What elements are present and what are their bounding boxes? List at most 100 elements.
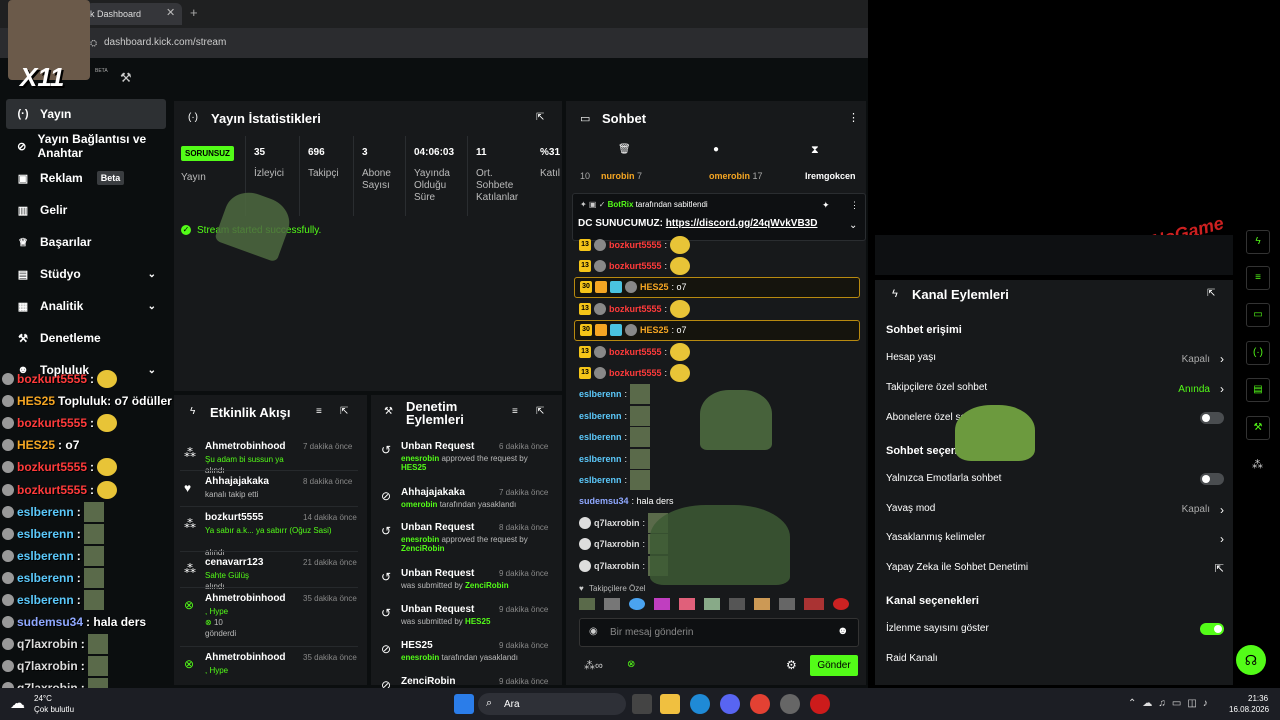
channel-setting-row[interactable]: Raid Kanalı <box>886 653 1224 664</box>
setting-control[interactable]: Kapalı › <box>1182 503 1224 517</box>
chat-username[interactable]: HES25 <box>640 282 669 292</box>
channel-setting-row[interactable]: Yasaklanmış kelimeler › <box>886 532 1224 546</box>
expand-icon[interactable]: ⇱ <box>536 112 544 123</box>
pinned-link[interactable]: https://discord.gg/24qWvkVB3D <box>666 218 818 229</box>
chevron-right-icon[interactable]: › <box>1220 382 1224 396</box>
chevron-down-icon[interactable]: ⌄ <box>148 269 156 280</box>
url-text[interactable]: dashboard.kick.com/stream <box>104 37 226 48</box>
opera-icon[interactable] <box>810 694 830 714</box>
lightning-icon[interactable]: ϟ <box>1246 230 1270 254</box>
chat-mode-icon[interactable]: ◉ <box>589 626 598 637</box>
emote[interactable] <box>754 598 770 610</box>
emote[interactable] <box>804 598 824 610</box>
emote[interactable] <box>729 598 745 610</box>
weather-icon[interactable]: ☁ <box>10 694 25 712</box>
chat-username[interactable]: eslberenn <box>579 389 622 399</box>
expand-icon[interactable]: ⇱ <box>536 406 544 417</box>
more-options-icon[interactable]: ⋮ <box>848 111 859 124</box>
tray-icons[interactable]: ⌃☁♫▭◫♪ <box>1128 698 1214 709</box>
emote[interactable] <box>704 598 720 610</box>
chevron-right-icon[interactable]: › <box>1220 532 1224 546</box>
channel-setting-row[interactable]: Yavaş mod Kapalı › <box>886 503 1224 517</box>
send-button[interactable]: Gönder <box>810 655 858 676</box>
sidebar-item[interactable]: ▤ Stüdyo ⌄ <box>6 259 166 289</box>
chat-icon[interactable]: ▭ <box>1246 303 1270 327</box>
setting-control[interactable]: › <box>1220 532 1224 546</box>
chat-username[interactable]: eslberenn <box>579 432 622 442</box>
chat-username[interactable]: bozkurt5555 <box>609 304 662 314</box>
setting-control[interactable] <box>1200 412 1224 424</box>
chat-bubble-icon[interactable]: ● <box>713 144 719 155</box>
sidebar-item[interactable]: ▦ Analitik ⌄ <box>6 291 166 321</box>
emote[interactable] <box>679 598 695 610</box>
sidebar-item[interactable]: ⚒ Denetleme <box>6 323 166 353</box>
setting-control[interactable] <box>1200 623 1224 635</box>
broadcast-icon[interactable]: (·) <box>1246 341 1270 365</box>
expand-icon[interactable]: ⇱ <box>1207 288 1215 299</box>
wrench-icon[interactable]: ⚒ <box>120 70 132 86</box>
kick-icon[interactable]: ⊗ <box>627 659 635 670</box>
sidebar-item[interactable]: ♕ Başarılar <box>6 227 166 257</box>
chat-username[interactable]: bozkurt5555 <box>609 368 662 378</box>
chat-username[interactable]: q7laxrobin <box>594 518 640 528</box>
sidebar-item[interactable]: ▥ Gelir <box>6 195 166 225</box>
emote[interactable] <box>654 598 670 610</box>
layout-icon[interactable]: ▤ <box>1246 378 1270 402</box>
channel-setting-row[interactable]: Yalnızca Emotlarla sohbet <box>886 473 1224 485</box>
emote-bar[interactable] <box>579 598 859 612</box>
pin-icon[interactable]: ✦ <box>822 200 830 211</box>
chat-username[interactable]: eslberenn <box>579 411 622 421</box>
expand-icon[interactable]: ⇱ <box>340 406 348 417</box>
taskbar-search[interactable] <box>478 693 626 715</box>
app-icon[interactable] <box>780 694 800 714</box>
chat-username[interactable]: eslberenn <box>579 454 622 464</box>
chevron-down-icon[interactable]: ⌄ <box>148 365 156 376</box>
channel-setting-row[interactable]: Yapay Zeka ile Sohbet Denetimi ⇱ <box>886 562 1224 575</box>
setting-control[interactable]: ⇱ <box>1215 562 1224 575</box>
chevron-right-icon[interactable]: › <box>1220 503 1224 517</box>
emote[interactable] <box>779 598 795 610</box>
task-view-icon[interactable] <box>632 694 652 714</box>
edge-icon[interactable] <box>690 694 710 714</box>
chat-username[interactable]: bozkurt5555 <box>609 347 662 357</box>
chat-username[interactable]: bozkurt5555 <box>609 240 662 250</box>
points-icon[interactable]: ⁂ <box>1252 458 1263 471</box>
external-link-icon[interactable]: ⇱ <box>1215 562 1224 575</box>
sidebar-item[interactable]: (·) Yayın <box>6 99 166 129</box>
sidebar-item[interactable]: ▣ Reklam Beta <box>6 163 166 193</box>
points-icon[interactable]: ⁂∞ <box>584 659 603 672</box>
emote[interactable] <box>833 598 849 610</box>
channel-setting-row[interactable]: Abonelere özel sohbet <box>886 412 1224 424</box>
chat-username[interactable]: sudemsu34 <box>579 496 629 506</box>
toggle-switch[interactable] <box>1200 412 1224 424</box>
chat-username[interactable]: HES25 <box>640 325 669 335</box>
chat-username[interactable]: eslberenn <box>579 475 622 485</box>
setting-control[interactable] <box>1200 473 1224 485</box>
chevron-right-icon[interactable]: › <box>1220 352 1224 366</box>
list-icon[interactable]: ≡ <box>1246 266 1270 290</box>
site-info-icon[interactable]: ⛭ <box>90 38 97 49</box>
setting-control[interactable]: Kapalı › <box>1182 352 1224 366</box>
emote[interactable] <box>579 598 595 610</box>
wrench-icon[interactable]: ⚒ <box>1246 416 1270 440</box>
emote[interactable] <box>629 598 645 610</box>
discord-icon[interactable] <box>720 694 740 714</box>
file-explorer-icon[interactable] <box>660 694 680 714</box>
more-options-icon[interactable]: ⋮ <box>850 200 859 211</box>
clock-time[interactable]: 21:36 <box>1248 694 1268 703</box>
toggle-switch[interactable] <box>1200 623 1224 635</box>
new-tab-button[interactable]: + <box>190 5 198 20</box>
setting-control[interactable]: Anında › <box>1178 382 1224 396</box>
sidebar-item[interactable]: ⊘ Yayın Bağlantısı ve Anahtar <box>6 131 166 161</box>
gear-icon[interactable]: ⚙ <box>786 658 797 672</box>
chrome-icon[interactable] <box>750 694 770 714</box>
emote[interactable] <box>604 598 620 610</box>
chevron-down-icon[interactable]: ⌄ <box>849 220 857 231</box>
channel-setting-row[interactable]: Takipçilere özel sohbet Anında › <box>886 382 1224 396</box>
chat-username[interactable]: q7laxrobin <box>594 539 640 549</box>
help-button[interactable]: ☊ <box>1236 645 1266 675</box>
clock-date[interactable]: 16.08.2026 <box>1229 705 1269 714</box>
filter-icon[interactable]: ≡ <box>512 406 518 417</box>
channel-setting-row[interactable]: İzlenme sayısını göster <box>886 623 1224 635</box>
chat-username[interactable]: bozkurt5555 <box>609 261 662 271</box>
